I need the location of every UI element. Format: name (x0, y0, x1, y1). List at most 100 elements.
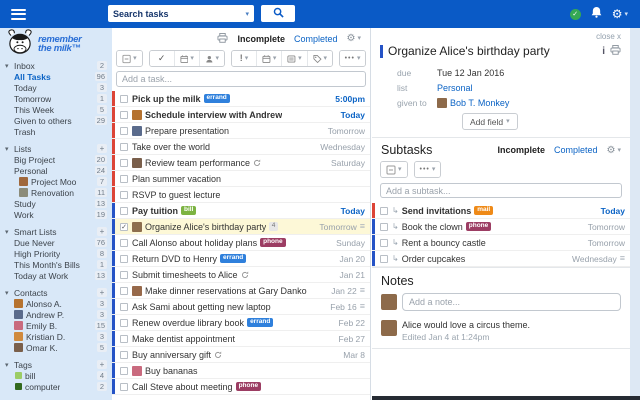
task-checkbox[interactable] (120, 239, 128, 247)
add-subtask-box[interactable] (380, 183, 622, 198)
task-row[interactable]: ✓Organize Alice's birthday party4Tomorro… (112, 219, 370, 235)
task-checkbox[interactable] (120, 159, 128, 167)
sidebar-item-omar-k-[interactable]: ▾Omar K.5 (0, 342, 112, 353)
subtasks-settings-gear-icon[interactable]: ⚙▾ (607, 145, 621, 156)
collapse-caret-icon[interactable]: ▾ (5, 145, 14, 153)
task-checkbox[interactable] (120, 255, 128, 263)
more-button[interactable]: •••▾ (340, 51, 365, 66)
tag-badge[interactable]: mail (474, 206, 493, 216)
search-input[interactable] (113, 9, 245, 19)
add-task-box[interactable] (116, 71, 366, 87)
task-row[interactable]: Pay tuitionbillToday (112, 203, 370, 219)
task-checkbox[interactable] (380, 239, 388, 247)
task-checkbox[interactable] (120, 143, 128, 151)
task-checkbox[interactable]: ✓ (120, 223, 128, 231)
sidebar-item-high-priority[interactable]: ▾High Priority8 (0, 248, 112, 259)
task-checkbox[interactable] (120, 287, 128, 295)
task-row[interactable]: Call Steve about meetingphone (112, 379, 370, 395)
add-tag-button[interactable]: ▾ (307, 51, 332, 66)
task-row[interactable]: Buy anniversary giftMar 8 (112, 347, 370, 363)
collapse-caret-icon[interactable]: ▾ (5, 228, 14, 236)
task-row[interactable]: Renew overdue library bookerrandFeb 22 (112, 315, 370, 331)
task-checkbox[interactable] (120, 303, 128, 311)
collapse-caret-icon[interactable]: ▾ (5, 62, 14, 70)
tab-incomplete[interactable]: Incomplete (237, 34, 285, 44)
sidebar-item-alonso-a-[interactable]: ▾Alonso A.3 (0, 298, 112, 309)
sidebar-item-this-week[interactable]: ▾This Week5 (0, 104, 112, 115)
sidebar-item-today-at-work[interactable]: ▾Today at Work13 (0, 270, 112, 281)
add-icon[interactable]: + (97, 288, 107, 297)
given-to-field-value[interactable]: Bob T. Monkey (450, 98, 509, 108)
add-field-button[interactable]: Add field▾ (462, 113, 518, 130)
tag-badge[interactable]: phone (260, 238, 286, 248)
task-checkbox[interactable] (120, 111, 128, 119)
sidebar-item-kristian-d-[interactable]: ▾Kristian D.3 (0, 331, 112, 342)
subtask-row[interactable]: ↳Book the clownphoneTomorrow (372, 219, 630, 235)
tag-badge[interactable]: phone (466, 222, 492, 232)
tag-badge[interactable]: phone (236, 382, 262, 392)
collapse-caret-icon[interactable]: ▾ (5, 289, 14, 297)
sidebar-item-trash[interactable]: ▾Trash (0, 126, 112, 137)
tag-badge[interactable]: errand (204, 94, 230, 104)
note-item[interactable]: Alice would love a circus theme. Edited … (372, 317, 630, 348)
hamburger-menu-icon[interactable] (11, 6, 26, 22)
subtasks-tab-incomplete[interactable]: Incomplete (497, 145, 545, 155)
sidebar-item-big-project[interactable]: ▾Big Project20 (0, 154, 112, 165)
due-date-button[interactable]: ▾ (256, 51, 281, 66)
sidebar-item-emily-b-[interactable]: ▾Emily B.15 (0, 320, 112, 331)
sidebar-section-header[interactable]: ▾Lists+ (0, 143, 112, 154)
add-note-box[interactable] (402, 293, 621, 311)
scrollbar-track[interactable] (630, 28, 640, 400)
task-row[interactable]: Prepare presentationTomorrow (112, 123, 370, 139)
give-to-button[interactable]: ▾ (199, 51, 224, 66)
sidebar-section-header[interactable]: ▾Contacts+ (0, 287, 112, 298)
task-row[interactable]: Review team performanceSaturday (112, 155, 370, 171)
due-field-value[interactable]: Tue 12 Jan 2016 (437, 68, 504, 78)
add-icon[interactable]: + (97, 144, 107, 153)
task-row[interactable]: Call Alonso about holiday plansphoneSund… (112, 235, 370, 251)
collapse-caret-icon[interactable]: ▾ (5, 361, 14, 369)
task-row[interactable]: Ask Sami about getting new laptopFeb 16≡ (112, 299, 370, 315)
priority-button[interactable]: !▾ (232, 51, 256, 66)
move-to-list-button[interactable]: ▾ (281, 51, 306, 66)
add-subtask-input[interactable] (386, 186, 616, 196)
sidebar-item-this-month-s-bills[interactable]: ▾This Month's Bills1 (0, 259, 112, 270)
task-checkbox[interactable] (120, 351, 128, 359)
sidebar-item-bill[interactable]: ▾bill4 (0, 370, 112, 381)
sidebar-item-renovation[interactable]: ▾Renovation11 (0, 187, 112, 198)
task-checkbox[interactable] (120, 175, 128, 183)
task-row[interactable]: Pick up the milkerrand5:00pm (112, 91, 370, 107)
sidebar-item-tomorrow[interactable]: ▾Tomorrow1 (0, 93, 112, 104)
add-icon[interactable]: + (97, 227, 107, 236)
print-icon[interactable] (610, 42, 621, 60)
settings-gear-icon[interactable]: ⚙▾ (612, 8, 628, 20)
print-icon[interactable] (217, 30, 228, 48)
task-checkbox[interactable] (380, 207, 388, 215)
list-settings-gear-icon[interactable]: ⚙▾ (347, 33, 361, 44)
sidebar-item-computer[interactable]: ▾computer2 (0, 381, 112, 392)
task-checkbox[interactable] (120, 207, 128, 215)
sidebar-item-project-moo[interactable]: ▾Project Moo7 (0, 176, 112, 187)
task-checkbox[interactable] (120, 127, 128, 135)
task-checkbox[interactable] (120, 335, 128, 343)
list-field-value[interactable]: Personal (437, 83, 473, 93)
search-dropdown-caret-icon[interactable]: ▾ (245, 10, 249, 18)
task-row[interactable]: Submit timesheets to AliceJan 21 (112, 267, 370, 283)
select-button[interactable]: ▾ (117, 51, 142, 66)
task-checkbox[interactable] (380, 223, 388, 231)
sidebar-item-all-tasks[interactable]: ▾All Tasks96 (0, 71, 112, 82)
sidebar-section-header[interactable]: ▾Tags+ (0, 359, 112, 370)
add-note-input[interactable] (409, 297, 614, 307)
task-checkbox[interactable] (120, 319, 128, 327)
task-row[interactable]: Make dinner reservations at Gary DankoJa… (112, 283, 370, 299)
sidebar-item-due-never[interactable]: ▾Due Never76 (0, 237, 112, 248)
subtask-row[interactable]: ↳Send invitationsmailToday (372, 203, 630, 219)
sidebar-item-inbox[interactable]: ▾Inbox2 (0, 60, 112, 71)
sidebar-item-study[interactable]: ▾Study13 (0, 198, 112, 209)
task-row[interactable]: Plan summer vacation (112, 171, 370, 187)
task-checkbox[interactable] (120, 367, 128, 375)
close-panel-button[interactable]: close x (587, 28, 630, 41)
add-icon[interactable]: + (97, 360, 107, 369)
search-button[interactable] (261, 5, 295, 22)
tag-badge[interactable]: bill (181, 206, 196, 216)
